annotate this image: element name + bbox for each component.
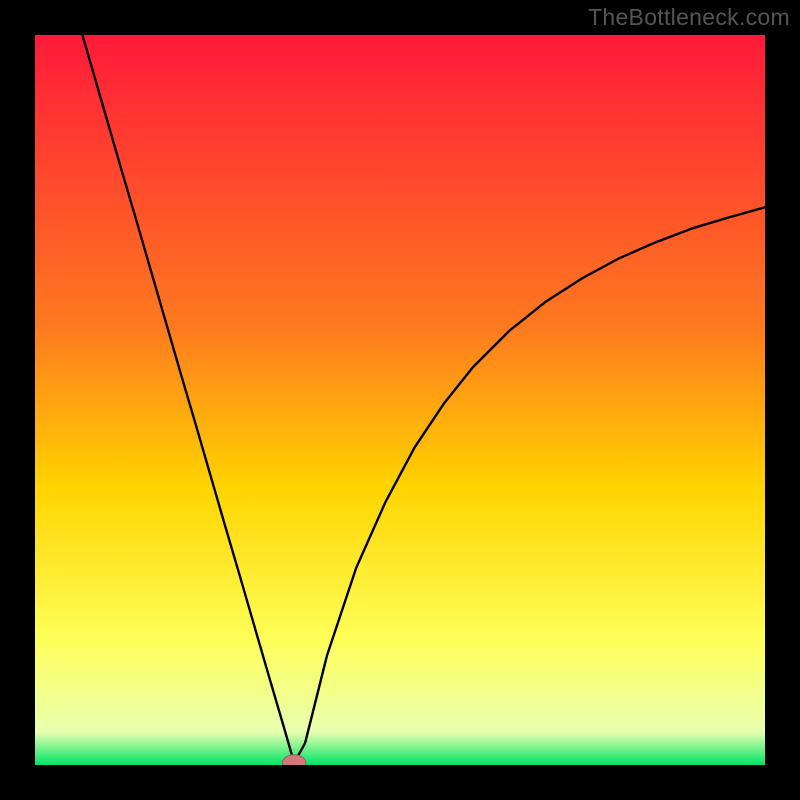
- plot-area: [35, 35, 765, 765]
- chart-stage: TheBottleneck.com: [0, 0, 800, 800]
- chart-svg: [35, 35, 765, 765]
- watermark-text: TheBottleneck.com: [588, 4, 790, 31]
- gradient-background: [35, 35, 765, 765]
